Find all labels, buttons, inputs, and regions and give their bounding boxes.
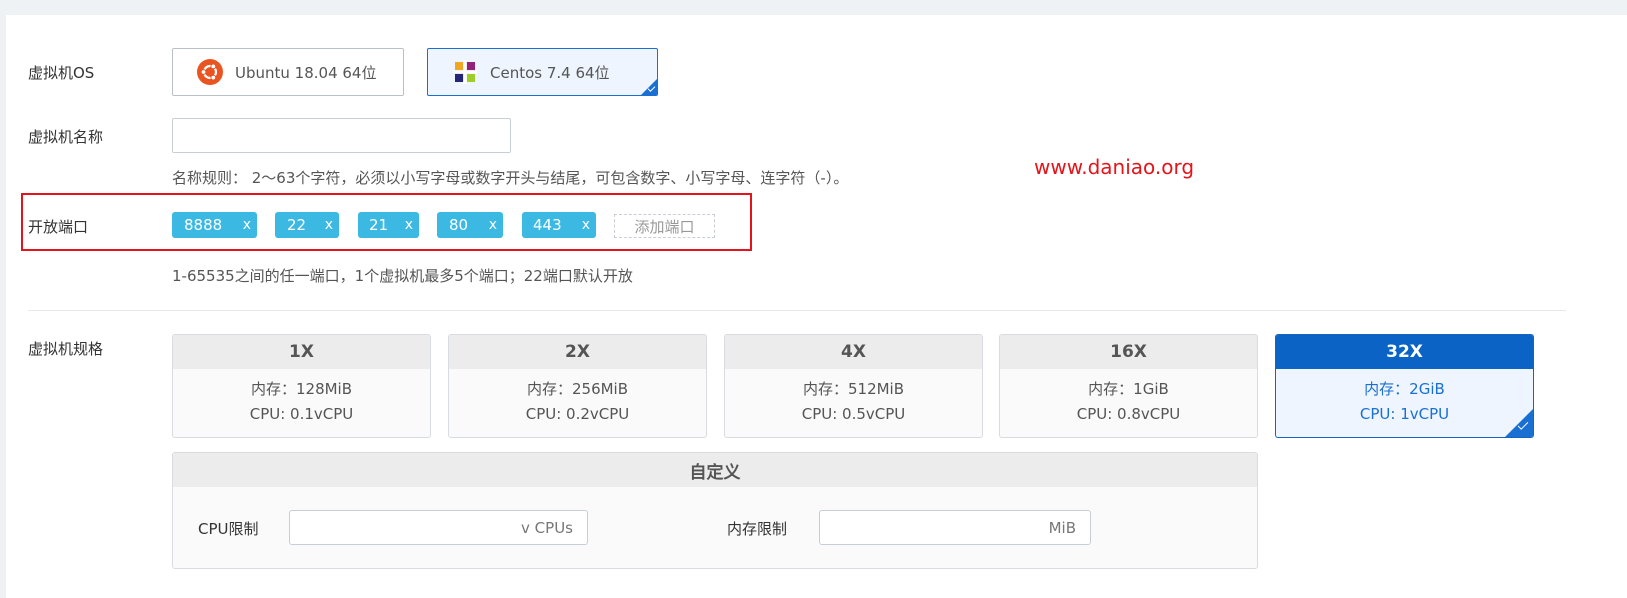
spec-option-2x[interactable]: 2X 内存：256MiB CPU: 0.2vCPU	[448, 334, 707, 438]
os-option-centos[interactable]: Centos 7.4 64位	[427, 48, 658, 96]
custom-spec-card: 自定义 CPU限制 v CPUs 内存限制 MiB	[172, 452, 1258, 569]
section-divider	[28, 310, 1566, 311]
spec-option-cpu: CPU: 0.1vCPU	[249, 405, 354, 423]
port-tag: 21 x	[358, 212, 419, 238]
spec-option-cpu: CPU: 0.2vCPU	[525, 405, 630, 423]
spec-option-title: 1X	[173, 335, 430, 369]
spec-option-cpu: CPU: 1vCPU	[1359, 405, 1450, 423]
spec-option-cpu: CPU: 0.8vCPU	[1076, 405, 1181, 423]
selected-check-icon	[1505, 409, 1533, 437]
port-tag: 22 x	[275, 212, 339, 238]
spec-option-16x[interactable]: 16X 内存：1GiB CPU: 0.8vCPU	[999, 334, 1258, 438]
memory-limit-label: 内存限制	[727, 520, 788, 538]
vm-name-input[interactable]	[172, 118, 511, 153]
spec-option-title: 2X	[449, 335, 706, 369]
port-tag: 80 x	[437, 212, 503, 238]
os-option-ubuntu[interactable]: Ubuntu 18.04 64位	[172, 48, 404, 96]
port-tag: 8888 x	[172, 212, 257, 238]
spec-option-cpu: CPU: 0.5vCPU	[801, 405, 906, 423]
memory-limit-field[interactable]: MiB	[819, 510, 1091, 545]
close-icon[interactable]: x	[243, 217, 251, 233]
spec-option-memory: 内存：2GiB	[1364, 380, 1445, 398]
close-icon[interactable]: x	[489, 217, 497, 233]
spec-option-1x[interactable]: 1X 内存：128MiB CPU: 0.1vCPU	[172, 334, 431, 438]
close-icon[interactable]: x	[582, 217, 590, 233]
centos-logo-icon	[453, 60, 477, 84]
port-tag-value: 8888	[184, 216, 223, 234]
port-tag-value: 22	[287, 216, 307, 234]
add-port-button[interactable]: 添加端口	[614, 214, 715, 238]
os-option-label: Ubuntu 18.04 64位	[235, 63, 377, 82]
os-option-label: Centos 7.4 64位	[490, 63, 610, 82]
cpu-limit-label: CPU限制	[198, 520, 259, 538]
ubuntu-logo-icon	[197, 59, 223, 85]
os-label: 虚拟机OS	[28, 64, 95, 82]
memory-limit-input[interactable]	[820, 511, 1009, 544]
spec-option-memory: 内存：256MiB	[526, 380, 629, 398]
spec-option-title: 16X	[1000, 335, 1257, 369]
spec-label: 虚拟机规格	[28, 340, 104, 358]
port-tag: 443 x	[522, 212, 596, 238]
port-tag-value: 443	[533, 216, 562, 234]
vm-name-hint: 名称规则： 2～63个字符，必须以小写字母或数字开头与结尾，可包含数字、小写字母…	[172, 169, 849, 187]
cpu-limit-unit: v CPUs	[521, 519, 573, 537]
cpu-limit-input[interactable]	[290, 511, 498, 544]
watermark-text: www.daniao.org	[1034, 155, 1195, 179]
spec-option-memory: 内存：128MiB	[250, 380, 353, 398]
custom-spec-title: 自定义	[173, 453, 1257, 487]
ports-label: 开放端口	[28, 218, 89, 236]
spec-option-memory: 内存：512MiB	[802, 380, 905, 398]
close-icon[interactable]: x	[405, 217, 413, 233]
close-icon[interactable]: x	[325, 217, 333, 233]
memory-limit-unit: MiB	[1048, 519, 1076, 537]
selected-check-icon	[641, 79, 657, 95]
spec-option-4x[interactable]: 4X 内存：512MiB CPU: 0.5vCPU	[724, 334, 983, 438]
cpu-limit-field[interactable]: v CPUs	[289, 510, 588, 545]
spec-option-memory: 内存：1GiB	[1088, 380, 1169, 398]
spec-option-32x[interactable]: 32X 内存：2GiB CPU: 1vCPU	[1275, 334, 1534, 438]
port-tag-value: 21	[369, 216, 389, 234]
spec-option-title: 4X	[725, 335, 982, 369]
spec-option-title: 32X	[1276, 335, 1533, 369]
port-tag-value: 80	[449, 216, 469, 234]
ports-hint: 1-65535之间的任一端口，1个虚拟机最多5个端口；22端口默认开放	[172, 267, 633, 285]
vm-name-label: 虚拟机名称	[28, 128, 104, 146]
